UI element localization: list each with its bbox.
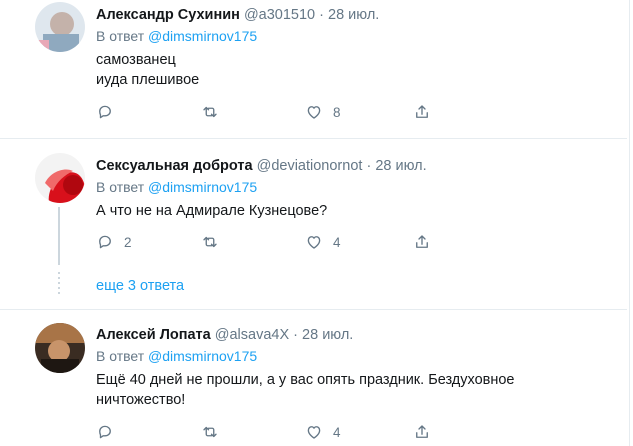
right-border (629, 0, 630, 446)
share-icon (416, 425, 428, 438)
share-button[interactable] (413, 421, 431, 443)
tweet-actions: 8 (96, 101, 516, 123)
separator: · (293, 327, 298, 343)
retweet-button[interactable] (201, 101, 229, 123)
like-count: 4 (333, 234, 341, 250)
reply-context: В ответ @dimsmirnov175 (96, 27, 621, 46)
like-button[interactable]: 4 (305, 421, 341, 443)
reply-icon (99, 105, 111, 119)
reply-icon (99, 235, 111, 249)
heart-icon (307, 106, 321, 119)
share-icon (416, 235, 428, 248)
tweet-text-line: ничтожество! (96, 392, 186, 408)
reply-button[interactable] (96, 421, 124, 443)
heart-icon (307, 236, 321, 249)
share-button[interactable] (413, 101, 431, 123)
reply-count: 2 (124, 234, 132, 250)
avatar[interactable] (35, 323, 85, 373)
display-name[interactable]: Александр Сухинин (96, 7, 240, 23)
display-name[interactable]: Сексуальная доброта (96, 158, 253, 174)
separator: · (366, 158, 372, 174)
heart-icon (307, 426, 321, 439)
reply-prefix: В ответ (96, 348, 145, 364)
tweet[interactable]: Сексуальная доброта @deviationornot · 28… (0, 139, 627, 309)
tweet-text: Ещё 40 дней не прошли, а у вас опять пра… (96, 370, 621, 410)
tweet-header: Алексей Лопата @alsava4X · 28 июл. (96, 325, 621, 345)
tweet[interactable]: Алексей Лопата @alsava4X · 28 июл. В отв… (0, 310, 627, 446)
separator: · (319, 7, 324, 23)
tweet-text-line: А что не на Адмирале Кузнецове? (96, 203, 328, 219)
reply-to-link[interactable]: @dimsmirnov175 (148, 348, 257, 364)
avatar[interactable] (35, 153, 85, 203)
show-more-replies-link[interactable]: еще 3 ответа (96, 278, 184, 294)
reply-prefix: В ответ (96, 179, 145, 195)
like-count: 8 (333, 104, 341, 120)
tweet[interactable]: Александр Сухинин @a301510 · 28 июл. В о… (0, 0, 627, 138)
user-handle[interactable]: @deviationornot (257, 158, 363, 174)
reply-to-link[interactable]: @dimsmirnov175 (148, 179, 257, 195)
retweet-icon (203, 426, 217, 438)
like-count: 4 (333, 424, 341, 440)
tweet-header: Сексуальная доброта @deviationornot · 28… (96, 156, 621, 176)
thread-dots (58, 272, 60, 297)
reply-icon (99, 425, 111, 439)
retweet-button[interactable] (201, 231, 229, 253)
display-name[interactable]: Алексей Лопата (96, 327, 211, 343)
reply-button[interactable] (96, 101, 124, 123)
tweet-text-line: самозванец (96, 52, 176, 68)
like-button[interactable]: 4 (305, 231, 341, 253)
tweet-header: Александр Сухинин @a301510 · 28 июл. (96, 5, 621, 25)
reply-context: В ответ @dimsmirnov175 (96, 178, 621, 197)
share-button[interactable] (413, 231, 431, 253)
like-button[interactable]: 8 (305, 101, 341, 123)
tweet-date[interactable]: 28 июл. (302, 327, 353, 343)
tweet-text-line: Ещё 40 дней не прошли, а у вас опять пра… (96, 372, 515, 388)
share-icon (416, 105, 428, 118)
reply-context: В ответ @dimsmirnov175 (96, 347, 621, 366)
tweet-date[interactable]: 28 июл. (375, 158, 426, 174)
tweet-actions: 4 (96, 421, 516, 443)
retweet-button[interactable] (201, 421, 229, 443)
thread-line (58, 207, 60, 265)
reply-prefix: В ответ (96, 28, 145, 44)
retweet-icon (203, 236, 217, 248)
user-handle[interactable]: @alsava4X (215, 327, 289, 343)
tweet-text: самозванец иуда плешивое (96, 50, 621, 90)
avatar[interactable] (35, 2, 85, 52)
tweet-date[interactable]: 28 июл. (328, 7, 379, 23)
user-handle[interactable]: @a301510 (244, 7, 315, 23)
reply-to-link[interactable]: @dimsmirnov175 (148, 28, 257, 44)
tweet-actions: 2 4 (96, 231, 516, 253)
reply-button[interactable]: 2 (96, 231, 132, 253)
tweet-text-line: иуда плешивое (96, 72, 200, 88)
tweet-text: А что не на Адмирале Кузнецове? (96, 201, 621, 221)
retweet-icon (203, 106, 217, 118)
